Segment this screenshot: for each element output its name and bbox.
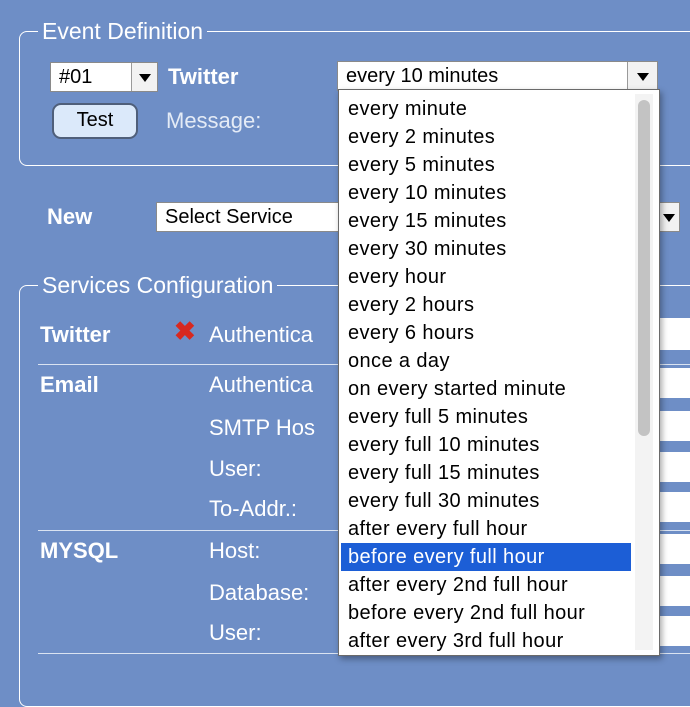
dropdown-option[interactable]: every hour (341, 263, 631, 291)
interval-dropdown-list[interactable]: every minute every 2 minutes every 5 minut… (338, 89, 660, 656)
dropdown-option[interactable]: every 6 hours (341, 319, 631, 347)
email-smtp-host-field[interactable] (660, 411, 690, 441)
email-to-addr-label: To-Addr.: (209, 496, 298, 521)
dropdown-option[interactable]: before every 2nd full hour (341, 599, 631, 627)
dropdown-option[interactable]: every 10 minutes (341, 179, 631, 207)
red-x-icon: ✖ (174, 316, 196, 346)
interval-select-value: every 10 minutes (346, 65, 499, 87)
mysql-user-label: User: (209, 620, 262, 645)
dropdown-option[interactable]: every full 15 minutes (341, 459, 631, 487)
email-to-addr-field[interactable] (660, 492, 690, 522)
dropdown-option[interactable]: before every full hour (341, 543, 631, 571)
dropdown-option[interactable]: every 5 minutes (341, 151, 631, 179)
dropdown-scrollbar[interactable] (635, 94, 653, 650)
mysql-host-field[interactable] (660, 534, 690, 564)
event-definition-legend: Event Definition (38, 18, 208, 44)
dropdown-option[interactable]: every 2 hours (341, 291, 631, 319)
dropdown-option[interactable]: every full 10 minutes (341, 431, 631, 459)
twitter-service-name: Twitter (40, 322, 111, 347)
message-label: Message: (166, 108, 262, 133)
dropdown-option[interactable]: on every started minute (341, 375, 631, 403)
email-auth-field[interactable] (660, 368, 690, 398)
dropdown-scrollbar-thumb[interactable] (638, 100, 650, 436)
twitter-auth-field[interactable] (660, 318, 690, 350)
email-smtp-host-label: SMTP Hos (209, 415, 315, 440)
dropdown-option[interactable]: after every 2nd full hour (341, 571, 631, 599)
dropdown-option[interactable]: every minute (341, 95, 631, 123)
mysql-database-label: Database: (209, 580, 310, 605)
dropdown-option[interactable]: after every full hour (341, 515, 631, 543)
chevron-down-icon[interactable] (657, 203, 679, 231)
email-auth-label: Authentica (209, 372, 313, 397)
dropdown-option[interactable]: every 15 minutes (341, 207, 631, 235)
service-name: Twitter (168, 64, 239, 89)
email-service-name: Email (40, 372, 99, 397)
dropdown-option[interactable]: every 30 minutes (341, 235, 631, 263)
dropdown-option[interactable]: every 2 minutes (341, 123, 631, 151)
mysql-user-field[interactable] (660, 616, 690, 646)
event-number-value: #01 (59, 66, 93, 88)
services-config-legend: Services Configuration (38, 272, 278, 298)
dropdown-option[interactable]: every full 30 minutes (341, 487, 631, 515)
test-button[interactable]: Test (52, 103, 138, 139)
dropdown-option[interactable]: after every 3rd full hour (341, 627, 631, 655)
dropdown-option[interactable]: once a day (341, 347, 631, 375)
interval-select[interactable]: every 10 minutes (337, 61, 658, 91)
twitter-auth-label: Authentica (209, 322, 313, 347)
mysql-service-name: MYSQL (40, 538, 119, 563)
mysql-host-label: Host: (209, 538, 261, 563)
chevron-down-icon[interactable] (627, 62, 657, 90)
dropdown-option[interactable]: every full 5 minutes (341, 403, 631, 431)
email-user-field[interactable] (660, 452, 690, 482)
email-user-label: User: (209, 456, 262, 481)
event-number-select[interactable]: #01 (50, 62, 158, 92)
chevron-down-icon[interactable] (131, 63, 157, 91)
service-select-value: Select Service (165, 206, 293, 228)
new-label: New (47, 204, 93, 229)
mysql-database-field[interactable] (660, 576, 690, 606)
